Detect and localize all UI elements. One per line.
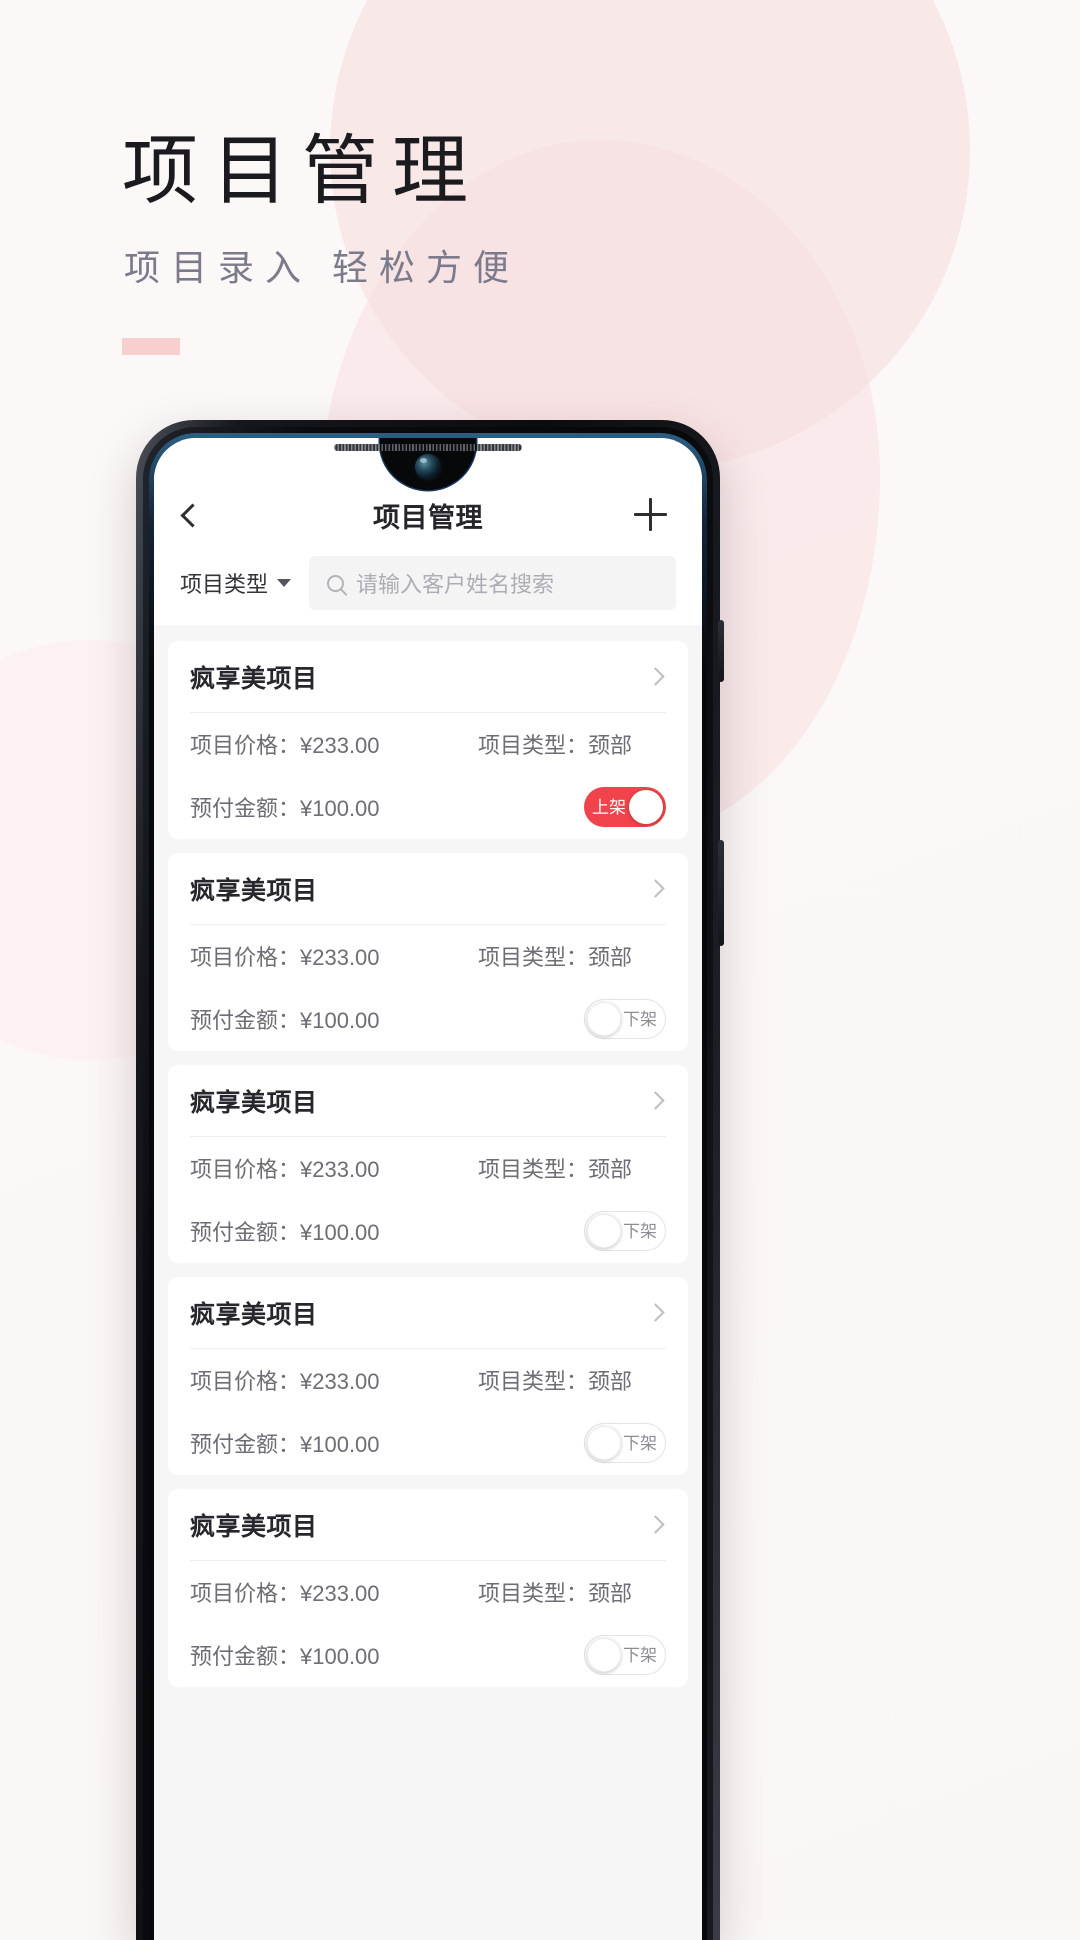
project-card-row-deposit: 预付金额：¥100.00 下架 [190, 1411, 666, 1475]
search-input[interactable]: 请输入客户姓名搜索 [309, 556, 676, 610]
status-toggle[interactable]: 上架 [584, 787, 666, 827]
project-card[interactable]: 疯享美项目项目价格：¥233.00 项目类型：颈部预付金额：¥100.00 下架 [168, 853, 688, 1051]
chevron-right-icon [646, 879, 665, 898]
project-card-row-price: 项目价格：¥233.00 项目类型：颈部 [190, 1137, 666, 1199]
search-placeholder: 请输入客户姓名搜索 [356, 572, 555, 597]
search-icon [327, 574, 345, 592]
status-toggle-label: 下架 [623, 1645, 657, 1665]
project-price: 项目价格：¥233.00 [190, 733, 380, 758]
project-type: 项目类型：颈部 [478, 1369, 633, 1394]
status-toggle-label: 下架 [623, 1433, 657, 1453]
status-toggle[interactable]: 下架 [584, 1635, 666, 1675]
earpiece-speaker [334, 444, 522, 451]
project-card-title: 疯享美项目 [190, 876, 318, 905]
status-toggle-knob [587, 1638, 621, 1672]
page-title: 项目管理 [122, 130, 482, 214]
status-toggle-wrap: 上架 [478, 787, 666, 827]
project-type-dropdown-label: 项目类型 [180, 572, 269, 597]
status-toggle-knob [587, 1426, 621, 1460]
chevron-left-icon [180, 502, 205, 528]
project-card-row-price: 项目价格：¥233.00 项目类型：颈部 [190, 1349, 666, 1411]
status-toggle-knob [587, 1002, 621, 1036]
project-price: 项目价格：¥233.00 [190, 945, 380, 970]
volume-button[interactable] [718, 840, 724, 946]
project-card-row-deposit: 预付金额：¥100.00 上架 [190, 775, 666, 839]
project-card[interactable]: 疯享美项目项目价格：¥233.00 项目类型：颈部预付金额：¥100.00 下架 [168, 1277, 688, 1475]
phone-screen: 项目管理 项目类型 请输入客户姓名搜索 疯享美项目 项目价格：¥233.00 项目类… [154, 438, 702, 1940]
phone-mockup: 项目管理 项目类型 请输入客户姓名搜索 疯享美项目 项目价格：¥233.00 项目类… [136, 420, 724, 1940]
project-type-dropdown[interactable]: 项目类型 [180, 567, 295, 599]
front-camera-icon [415, 454, 441, 480]
chevron-right-icon [646, 1303, 665, 1322]
status-toggle[interactable]: 下架 [584, 1423, 666, 1463]
project-deposit: 预付金额：¥100.00 [190, 1432, 380, 1457]
chevron-right-icon [646, 1515, 665, 1534]
status-toggle[interactable]: 下架 [584, 1211, 666, 1251]
power-button[interactable] [718, 620, 724, 682]
chevron-right-icon [646, 1091, 665, 1110]
project-deposit: 预付金额：¥100.00 [190, 1008, 380, 1033]
status-toggle-wrap: 下架 [478, 999, 666, 1039]
status-toggle-wrap: 下架 [478, 1211, 666, 1251]
project-price: 项目价格：¥233.00 [190, 1369, 380, 1394]
app-viewport: 项目管理 项目类型 请输入客户姓名搜索 疯享美项目 项目价格：¥233.00 项目类… [154, 438, 702, 1940]
project-card-row-price: 项目价格：¥233.00 项目类型：颈部 [190, 925, 666, 987]
project-card-row-deposit: 预付金额：¥100.00 下架 [190, 1623, 666, 1687]
project-deposit: 预付金额：¥100.00 [190, 1644, 380, 1669]
back-button[interactable] [180, 502, 228, 528]
status-toggle-label: 下架 [623, 1009, 657, 1029]
status-toggle[interactable]: 下架 [584, 999, 666, 1039]
project-card[interactable]: 疯享美项目项目价格：¥233.00 项目类型：颈部预付金额：¥100.00 下架 [168, 1065, 688, 1263]
project-price: 项目价格：¥233.00 [190, 1157, 380, 1182]
project-card[interactable]: 疯享美项目项目价格：¥233.00 项目类型：颈部预付金额：¥100.00 上架 [168, 641, 688, 839]
add-project-button[interactable] [628, 498, 672, 532]
project-card-row-price: 项目价格：¥233.00 项目类型：颈部 [190, 1561, 666, 1623]
project-card-header[interactable]: 疯享美项目 [190, 853, 666, 925]
project-card-row-deposit: 预付金额：¥100.00 下架 [190, 1199, 666, 1263]
project-card-header[interactable]: 疯享美项目 [190, 641, 666, 713]
project-card-header[interactable]: 疯享美项目 [190, 1489, 666, 1561]
project-card-header[interactable]: 疯享美项目 [190, 1277, 666, 1349]
project-type: 项目类型：颈部 [478, 1157, 633, 1182]
project-card-header[interactable]: 疯享美项目 [190, 1065, 666, 1137]
filter-bar: 项目类型 请输入客户姓名搜索 [154, 556, 702, 627]
project-type: 项目类型：颈部 [478, 1581, 633, 1606]
app-header-title: 项目管理 [373, 502, 483, 533]
project-card-title: 疯享美项目 [190, 1300, 318, 1329]
project-card[interactable]: 疯享美项目项目价格：¥233.00 项目类型：颈部预付金额：¥100.00 下架 [168, 1489, 688, 1687]
project-type: 项目类型：颈部 [478, 733, 633, 758]
status-toggle-knob [629, 790, 663, 824]
status-toggle-knob [587, 1214, 621, 1248]
status-toggle-label: 下架 [623, 1221, 657, 1241]
status-toggle-wrap: 下架 [478, 1635, 666, 1675]
project-card-title: 疯享美项目 [190, 1088, 318, 1117]
project-deposit: 预付金额：¥100.00 [190, 1220, 380, 1245]
project-deposit: 预付金额：¥100.00 [190, 796, 380, 821]
status-toggle-label: 上架 [592, 797, 626, 817]
chevron-right-icon [646, 667, 665, 686]
accent-bar [122, 338, 180, 355]
chevron-down-icon [277, 579, 292, 587]
project-price: 项目价格：¥233.00 [190, 1581, 380, 1606]
project-card-row-deposit: 预付金额：¥100.00 下架 [190, 987, 666, 1051]
status-toggle-wrap: 下架 [478, 1423, 666, 1463]
page-subtitle: 项目录入 轻松方便 [124, 248, 521, 288]
project-card-row-price: 项目价格：¥233.00 项目类型：颈部 [190, 713, 666, 775]
project-card-title: 疯享美项目 [190, 1512, 318, 1541]
project-list[interactable]: 疯享美项目 项目价格：¥233.00 项目类型：颈部 预付金额：¥100.00 上架 疯享… [154, 627, 702, 1687]
project-type: 项目类型：颈部 [478, 945, 633, 970]
project-card-title: 疯享美项目 [190, 664, 318, 693]
